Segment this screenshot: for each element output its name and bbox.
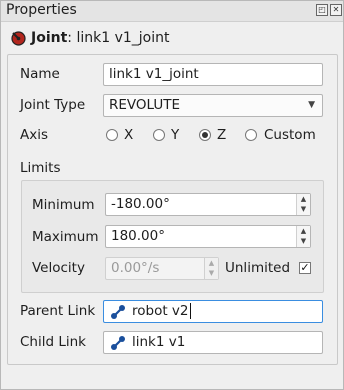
unlimited-label: Unlimited — [225, 260, 291, 276]
chevron-down-icon: ▼ — [308, 100, 315, 110]
velocity-spinbox: 0.00°/s ▲ ▼ — [105, 257, 219, 280]
axis-custom-radio[interactable] — [245, 129, 257, 141]
panel-title: Properties — [6, 2, 77, 18]
parent-link-value: robot v2 — [132, 303, 189, 319]
axis-y-radio[interactable] — [153, 129, 165, 141]
minimum-spinbox[interactable]: -180.00° ▲ ▼ — [105, 193, 311, 216]
parent-link-field[interactable]: robot v2 — [103, 300, 323, 323]
header-joint-name: link1 v1_joint — [76, 30, 170, 46]
step-down-icon: ▼ — [208, 269, 215, 277]
maximum-spinbox[interactable]: 180.00° ▲ ▼ — [105, 225, 311, 248]
joint-type-value: REVOLUTE — [109, 97, 181, 113]
maximum-stepper[interactable]: ▲ ▼ — [296, 226, 310, 247]
limits-title: Limits — [20, 160, 61, 176]
child-link-label: Child Link — [20, 334, 86, 350]
joint-type-select[interactable]: REVOLUTE ▼ — [103, 94, 323, 117]
step-up-icon[interactable]: ▲ — [297, 194, 310, 204]
axis-x-label: X — [124, 127, 134, 143]
unlimited-checkbox[interactable]: ✓ — [299, 262, 311, 274]
velocity-value: 0.00°/s — [111, 260, 160, 276]
link-icon — [111, 336, 125, 350]
name-label: Name — [20, 66, 60, 82]
step-down-icon[interactable]: ▼ — [297, 204, 310, 214]
joint-type-label: Joint Type — [20, 97, 86, 113]
close-icon[interactable]: ✕ — [330, 4, 342, 16]
float-icon[interactable]: ◰ — [316, 4, 328, 16]
link-icon — [111, 305, 125, 319]
step-down-icon[interactable]: ▼ — [297, 236, 310, 246]
step-up-icon: ▲ — [208, 259, 215, 267]
header-title: Joint: link1 v1_joint — [31, 30, 170, 46]
minimum-value: -180.00° — [111, 196, 170, 212]
minimum-label: Minimum — [32, 197, 95, 213]
axis-z-radio[interactable] — [199, 129, 211, 141]
child-link-value: link1 v1 — [132, 334, 186, 350]
axis-z-label: Z — [217, 127, 227, 143]
text-cursor — [189, 303, 191, 319]
velocity-stepper: ▲ ▼ — [204, 258, 218, 279]
axis-x-radio[interactable] — [106, 129, 118, 141]
maximum-label: Maximum — [32, 229, 99, 245]
header-type-label: Joint — [31, 30, 68, 46]
child-link-field[interactable]: link1 v1 — [103, 331, 323, 354]
maximum-value: 180.00° — [111, 228, 165, 244]
joint-icon — [11, 31, 26, 46]
axis-custom-label: Custom — [264, 127, 316, 143]
name-field[interactable]: link1 v1_joint — [103, 63, 323, 86]
parent-link-label: Parent Link — [20, 303, 96, 319]
minimum-stepper[interactable]: ▲ ▼ — [296, 194, 310, 215]
step-up-icon[interactable]: ▲ — [297, 226, 310, 236]
axis-label: Axis — [20, 127, 49, 143]
axis-y-label: Y — [171, 127, 180, 143]
velocity-label: Velocity — [32, 260, 85, 276]
